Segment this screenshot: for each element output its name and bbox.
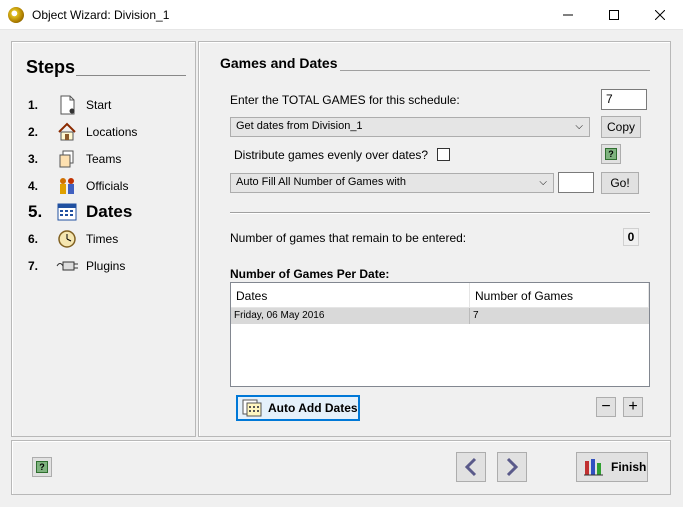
step-times[interactable]: 6. Times: [28, 228, 118, 250]
step-number: 5.: [28, 202, 43, 221]
step-number: 7.: [28, 259, 39, 273]
step-label: Teams: [86, 152, 122, 166]
step-plugins[interactable]: 7. Plugins: [28, 255, 125, 277]
step-officials[interactable]: 4. Officials: [28, 175, 128, 197]
step-locations[interactable]: 2. Locations: [28, 121, 137, 143]
column-header-dates[interactable]: Dates: [231, 283, 470, 308]
games-per-date-table[interactable]: Dates Number of Games Friday, 06 May 201…: [230, 282, 650, 387]
plug-icon: [56, 256, 78, 276]
step-start[interactable]: 1. Start: [28, 94, 111, 116]
clock-icon: [56, 229, 78, 249]
officials-icon: [56, 176, 78, 196]
copy-button[interactable]: Copy: [601, 116, 641, 138]
steps-underline: [76, 75, 186, 76]
autofill-select[interactable]: Auto Fill All Number of Games with ⌵: [230, 173, 554, 193]
minimize-icon: [563, 14, 573, 16]
step-label: Plugins: [86, 259, 126, 273]
step-label: Start: [86, 98, 112, 112]
footer-help-button[interactable]: ?: [32, 457, 52, 477]
step-number: 3.: [28, 152, 39, 166]
steps-heading: Steps: [26, 57, 76, 77]
dates-source-value: Get dates from Division_1: [236, 120, 363, 132]
step-dates[interactable]: 5. Dates: [28, 201, 132, 223]
section-underline: [340, 70, 650, 71]
divider: [230, 212, 650, 213]
total-games-input[interactable]: 7: [601, 89, 647, 110]
remove-date-button[interactable]: −: [596, 397, 616, 417]
distribute-checkbox[interactable]: [437, 148, 450, 161]
autofill-input[interactable]: [558, 172, 594, 193]
finish-icon: [584, 459, 603, 476]
remaining-count: 0: [623, 228, 639, 246]
auto-add-label: Auto Add Dates: [268, 401, 358, 415]
back-button[interactable]: [456, 452, 486, 482]
chevron-down-icon: ⌵: [575, 121, 583, 132]
chevron-left-icon: [464, 457, 477, 477]
step-number: 4.: [28, 179, 39, 193]
start-icon: [56, 95, 78, 115]
distribute-label: Distribute games evenly over dates?: [234, 148, 429, 162]
calendar-icon: [56, 202, 78, 222]
column-header-number-of-games[interactable]: Number of Games: [470, 283, 649, 308]
window-title: Object Wizard: Division_1: [32, 8, 170, 22]
maximize-button[interactable]: [591, 0, 637, 30]
house-icon: [56, 122, 78, 142]
total-games-label: Enter the TOTAL GAMES for this schedule:: [230, 93, 460, 107]
distribute-help-button[interactable]: ?: [601, 144, 621, 164]
step-label: Locations: [86, 125, 138, 139]
help-icon: ?: [605, 148, 617, 160]
close-button[interactable]: [637, 0, 683, 30]
app-icon: [8, 7, 24, 23]
help-icon: ?: [36, 461, 48, 473]
step-label: Officials: [86, 179, 129, 193]
close-icon: [655, 10, 665, 20]
footer-panel: [11, 440, 671, 495]
step-label: Times: [86, 232, 119, 246]
teams-icon: [56, 149, 78, 169]
step-label: Dates: [86, 202, 133, 221]
title-bar: Object Wizard: Division_1: [0, 0, 683, 30]
step-teams[interactable]: 3. Teams: [28, 148, 121, 170]
auto-add-icon: [242, 399, 262, 417]
games-cell: 7: [473, 310, 479, 321]
minimize-button[interactable]: [545, 0, 591, 30]
finish-label: Finish: [611, 460, 647, 474]
finish-button[interactable]: Finish: [576, 452, 648, 482]
autofill-value: Auto Fill All Number of Games with: [236, 176, 406, 188]
maximize-icon: [609, 10, 619, 20]
table-row[interactable]: Friday, 06 May 2016 7: [231, 308, 649, 324]
section-title: Games and Dates: [220, 55, 338, 71]
table-title: Number of Games Per Date:: [230, 267, 390, 281]
chevron-right-icon: [506, 457, 519, 477]
dates-source-select[interactable]: Get dates from Division_1 ⌵: [230, 117, 590, 137]
step-number: 1.: [28, 98, 39, 112]
auto-add-dates-button[interactable]: Auto Add Dates: [236, 395, 360, 421]
step-number: 2.: [28, 125, 39, 139]
date-cell: Friday, 06 May 2016: [231, 308, 470, 324]
step-number: 6.: [28, 232, 39, 246]
chevron-down-icon: ⌵: [539, 177, 547, 188]
go-button[interactable]: Go!: [601, 172, 639, 194]
remaining-label: Number of games that remain to be entere…: [230, 231, 467, 245]
add-date-button[interactable]: +: [623, 397, 643, 417]
next-button[interactable]: [497, 452, 527, 482]
